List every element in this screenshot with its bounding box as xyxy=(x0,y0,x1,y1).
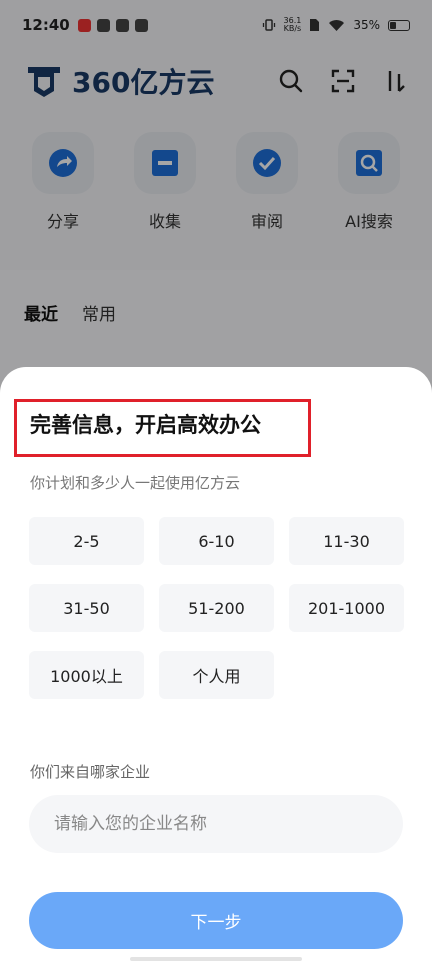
home-indicator xyxy=(130,957,302,961)
team-size-question: 你计划和多少人一起使用亿方云 xyxy=(30,474,241,492)
next-step-button[interactable]: 下一步 xyxy=(29,892,403,949)
onboarding-sheet: 完善信息，开启高效办公 你计划和多少人一起使用亿方云 2-5 6-10 11-3… xyxy=(0,367,432,964)
sheet-title: 完善信息，开启高效办公 xyxy=(30,413,261,437)
team-size-option[interactable]: 201-1000 xyxy=(289,584,404,632)
team-size-option[interactable]: 1000以上 xyxy=(29,651,144,699)
team-size-options: 2-5 6-10 11-30 31-50 51-200 201-1000 100… xyxy=(29,517,404,699)
team-size-option[interactable]: 51-200 xyxy=(159,584,274,632)
team-size-option[interactable]: 11-30 xyxy=(289,517,404,565)
team-size-option[interactable]: 6-10 xyxy=(159,517,274,565)
company-name-input[interactable] xyxy=(29,795,403,853)
company-question: 你们来自哪家企业 xyxy=(30,763,151,781)
team-size-option[interactable]: 2-5 xyxy=(29,517,144,565)
team-size-option[interactable]: 31-50 xyxy=(29,584,144,632)
team-size-option[interactable]: 个人用 xyxy=(159,651,274,699)
